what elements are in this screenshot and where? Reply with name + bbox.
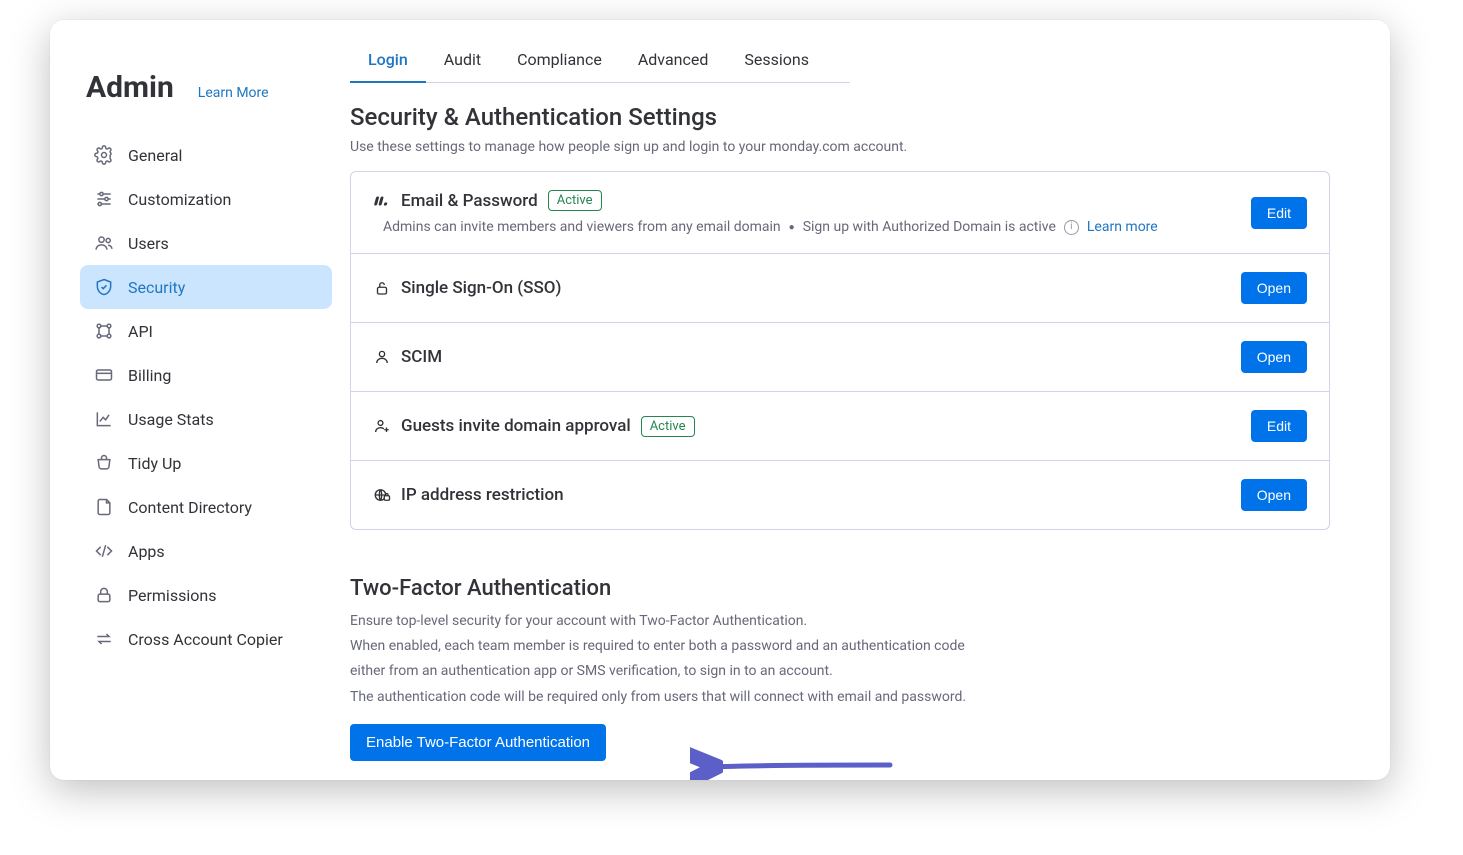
setting-sso: Single Sign-On (SSO) Open xyxy=(351,253,1329,322)
setting-guests-invite: Guests invite domain approval Active Edi… xyxy=(351,391,1329,460)
sidebar-item-label: API xyxy=(128,322,153,341)
sidebar-item-billing[interactable]: Billing xyxy=(80,353,332,397)
sidebar-item-content-directory[interactable]: Content Directory xyxy=(80,485,332,529)
person-plus-icon xyxy=(373,417,391,435)
setting-name: SCIM xyxy=(401,347,442,367)
status-badge-active: Active xyxy=(548,190,602,211)
chart-icon xyxy=(94,409,114,429)
sidebar-item-users[interactable]: Users xyxy=(80,221,332,265)
code-icon xyxy=(94,541,114,561)
sidebar-item-usage-stats[interactable]: Usage Stats xyxy=(80,397,332,441)
status-badge-active: Active xyxy=(641,416,695,437)
section-title: Security & Authentication Settings xyxy=(350,103,1356,131)
setting-name: IP address restriction xyxy=(401,485,564,505)
sidebar-item-apps[interactable]: Apps xyxy=(80,529,332,573)
doc-icon xyxy=(94,497,114,517)
tfa-description: Ensure top-level security for your accou… xyxy=(350,609,970,710)
setting-email-password: Email & Password Active Admins can invit… xyxy=(351,172,1329,253)
edit-button[interactable]: Edit xyxy=(1251,197,1307,229)
sidebar-item-label: Billing xyxy=(128,366,171,385)
enable-two-factor-button[interactable]: Enable Two-Factor Authentication xyxy=(350,724,606,761)
admin-page-frame: Admin Learn More General Customization xyxy=(50,20,1390,780)
swap-icon xyxy=(94,629,114,649)
tfa-text-line: Ensure top-level security for your accou… xyxy=(350,609,970,634)
person-icon xyxy=(373,348,391,366)
gear-icon xyxy=(94,145,114,165)
setting-ip-restriction: IP address restriction Open xyxy=(351,460,1329,529)
sidebar-item-cross-account-copier[interactable]: Cross Account Copier xyxy=(80,617,332,661)
sidebar-item-label: Permissions xyxy=(128,586,216,605)
edit-button[interactable]: Edit xyxy=(1251,410,1307,442)
section-subtitle: Use these settings to manage how people … xyxy=(350,139,1356,155)
card-icon xyxy=(94,365,114,385)
sidebar-item-customization[interactable]: Customization xyxy=(80,177,332,221)
broom-icon xyxy=(94,453,114,473)
sliders-icon xyxy=(94,189,114,209)
sidebar-item-permissions[interactable]: Permissions xyxy=(80,573,332,617)
monday-logo-icon xyxy=(373,192,391,210)
tab-advanced[interactable]: Advanced xyxy=(620,40,727,83)
setting-name: Single Sign-On (SSO) xyxy=(401,278,561,298)
setting-description: Admins can invite members and viewers fr… xyxy=(373,219,1158,235)
globe-lock-icon xyxy=(373,486,391,504)
setting-desc-text: Admins can invite members and viewers fr… xyxy=(383,219,781,235)
info-icon[interactable]: i xyxy=(1064,220,1079,235)
settings-panel: Email & Password Active Admins can invit… xyxy=(350,171,1330,530)
tab-audit[interactable]: Audit xyxy=(426,40,499,83)
sidebar-item-label: Tidy Up xyxy=(128,454,181,473)
tfa-text-line: The authentication code will be required… xyxy=(350,685,970,710)
tab-compliance[interactable]: Compliance xyxy=(499,40,620,83)
lock-open-icon xyxy=(373,279,391,297)
sidebar-item-label: Cross Account Copier xyxy=(128,630,283,649)
tabs: Login Audit Compliance Advanced Sessions xyxy=(350,40,850,83)
users-icon xyxy=(94,233,114,253)
setting-desc-text: Sign up with Authorized Domain is active xyxy=(803,219,1056,235)
sidebar-item-api[interactable]: API xyxy=(80,309,332,353)
sidebar-item-label: Users xyxy=(128,234,169,253)
sidebar-learn-more-link[interactable]: Learn More xyxy=(198,85,269,101)
setting-scim: SCIM Open xyxy=(351,322,1329,391)
sidebar-item-label: Usage Stats xyxy=(128,410,214,429)
open-button[interactable]: Open xyxy=(1241,479,1307,511)
tab-sessions[interactable]: Sessions xyxy=(726,40,827,83)
sidebar-header: Admin Learn More xyxy=(80,70,332,105)
tfa-title: Two-Factor Authentication xyxy=(350,576,1330,601)
sidebar-item-label: Customization xyxy=(128,190,231,209)
sidebar-item-label: Apps xyxy=(128,542,165,561)
setting-name: Guests invite domain approval xyxy=(401,416,631,436)
api-icon xyxy=(94,321,114,341)
sidebar-item-tidy-up[interactable]: Tidy Up xyxy=(80,441,332,485)
sidebar: Admin Learn More General Customization xyxy=(50,20,350,780)
sidebar-item-general[interactable]: General xyxy=(80,133,332,177)
sidebar-nav: General Customization Users Security xyxy=(80,133,332,661)
sidebar-title: Admin xyxy=(86,70,174,105)
open-button[interactable]: Open xyxy=(1241,272,1307,304)
open-button[interactable]: Open xyxy=(1241,341,1307,373)
shield-icon xyxy=(94,277,114,297)
sidebar-item-label: Security xyxy=(128,278,185,297)
separator-dot: ● xyxy=(789,222,795,233)
tab-login[interactable]: Login xyxy=(350,40,426,83)
learn-more-link[interactable]: Learn more xyxy=(1087,219,1158,235)
two-factor-section: Two-Factor Authentication Ensure top-lev… xyxy=(350,576,1330,761)
lock-icon xyxy=(94,585,114,605)
sidebar-item-security[interactable]: Security xyxy=(80,265,332,309)
sidebar-item-label: General xyxy=(128,146,182,165)
tfa-text-line: When enabled, each team member is requir… xyxy=(350,634,970,684)
main-content: Login Audit Compliance Advanced Sessions… xyxy=(350,20,1390,780)
setting-name: Email & Password xyxy=(401,191,538,211)
sidebar-item-label: Content Directory xyxy=(128,498,252,517)
